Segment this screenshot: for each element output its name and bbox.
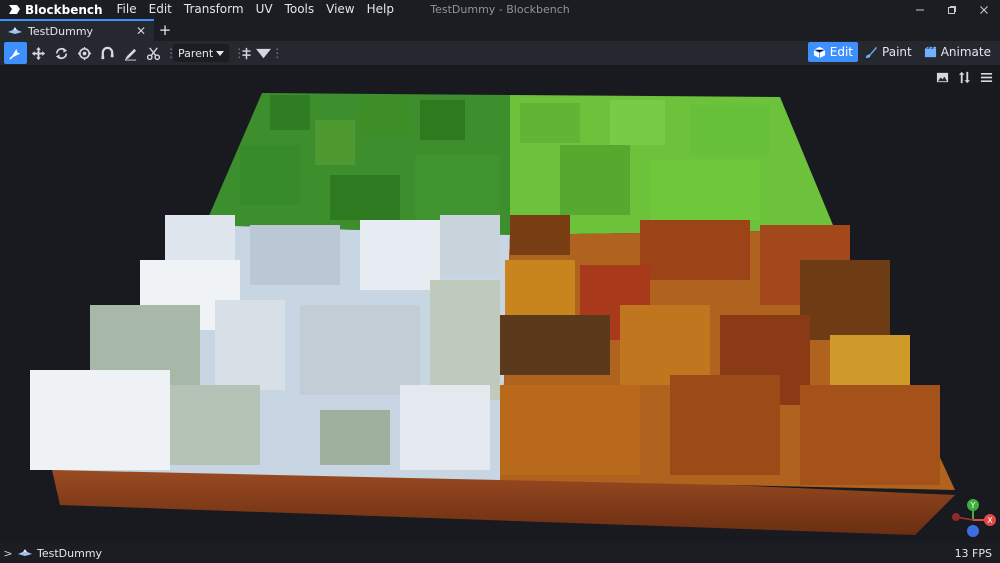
viewport[interactable]: Y X bbox=[0, 65, 1000, 543]
fps-counter: 13 FPS bbox=[954, 546, 992, 560]
minimize-icon bbox=[916, 9, 924, 10]
cube-icon bbox=[813, 46, 826, 58]
screenshot-button[interactable] bbox=[934, 69, 950, 85]
app-logo: Blockbench bbox=[0, 0, 111, 19]
app-name: Blockbench bbox=[25, 2, 103, 17]
new-tab-button[interactable]: + bbox=[154, 19, 176, 41]
mode-edit-label: Edit bbox=[829, 45, 854, 59]
chevron-down-icon bbox=[216, 50, 225, 56]
status-model-name[interactable]: TestDummy bbox=[37, 547, 102, 560]
translate-tool-button[interactable] bbox=[27, 42, 50, 64]
model-icon bbox=[8, 27, 22, 34]
paintbrush-icon bbox=[865, 46, 878, 58]
gizmo-y-label: Y bbox=[970, 501, 976, 510]
minimize-button[interactable] bbox=[904, 0, 936, 19]
knife-tool-button[interactable] bbox=[142, 42, 165, 64]
chevron-right-icon[interactable]: > bbox=[0, 547, 16, 560]
chevron-down-icon bbox=[255, 48, 271, 58]
rotate-tool-button[interactable] bbox=[50, 42, 73, 64]
pivot-mode-value: Parent bbox=[178, 46, 214, 60]
tab-testdummy[interactable]: TestDummy ✕ bbox=[0, 19, 154, 41]
window-controls bbox=[904, 0, 1000, 19]
move-tool-button[interactable] bbox=[4, 42, 27, 64]
film-icon bbox=[924, 46, 936, 57]
menu-view[interactable]: View bbox=[320, 0, 360, 19]
mode-edit[interactable]: Edit bbox=[807, 42, 859, 62]
menu-bar: File Edit Transform UV Tools View Help bbox=[111, 0, 400, 19]
toolbar-separator: ⋮ bbox=[271, 46, 284, 60]
perspective-button[interactable] bbox=[956, 69, 972, 85]
close-window-button[interactable] bbox=[968, 0, 1000, 19]
tab-close-icon[interactable]: ✕ bbox=[136, 24, 146, 38]
move-tool-icon bbox=[9, 48, 21, 60]
brush-tool-button[interactable] bbox=[119, 42, 142, 64]
menu-edit[interactable]: Edit bbox=[143, 0, 178, 19]
vertex-snap-tool-button[interactable] bbox=[96, 42, 119, 64]
plus-icon: + bbox=[158, 21, 172, 39]
brush-icon bbox=[124, 48, 137, 61]
scissors-icon bbox=[146, 46, 161, 60]
pivot-tool-button[interactable] bbox=[73, 42, 96, 64]
blockbench-logo-icon bbox=[9, 5, 20, 14]
transform-space-button[interactable] bbox=[239, 42, 271, 64]
mode-animate-label: Animate bbox=[940, 45, 991, 59]
tab-bar: TestDummy ✕ + bbox=[0, 19, 1000, 41]
menu-uv[interactable]: UV bbox=[250, 0, 279, 19]
pivot-icon bbox=[77, 46, 92, 60]
restore-icon bbox=[948, 5, 956, 14]
close-icon bbox=[980, 5, 988, 14]
scene-canvas[interactable]: Y X bbox=[0, 65, 1000, 543]
hamburger-menu-icon bbox=[980, 72, 992, 82]
toolbar: ⋮ Parent ⋮ ⋮ Edit Paint Animate bbox=[0, 41, 1000, 65]
gizmo-z-axis[interactable] bbox=[967, 525, 979, 537]
image-icon bbox=[936, 72, 948, 82]
menu-help[interactable]: Help bbox=[361, 0, 400, 19]
axis-gizmo[interactable]: Y X bbox=[952, 499, 996, 537]
mode-switcher: Edit Paint Animate bbox=[807, 42, 996, 62]
translate-icon bbox=[31, 46, 46, 60]
mode-paint[interactable]: Paint bbox=[860, 42, 917, 62]
rotate-icon bbox=[55, 47, 68, 59]
viewport-tools bbox=[934, 69, 994, 85]
menu-transform[interactable]: Transform bbox=[178, 0, 250, 19]
vertex-snap-icon bbox=[101, 46, 114, 59]
menu-file[interactable]: File bbox=[111, 0, 143, 19]
maximize-button[interactable] bbox=[936, 0, 968, 19]
toolbar-separator: ⋮ bbox=[165, 46, 177, 60]
gizmo-x-label: X bbox=[987, 516, 993, 525]
title-bar: Blockbench File Edit Transform UV Tools … bbox=[0, 0, 1000, 19]
pivot-mode-select[interactable]: Parent bbox=[173, 44, 230, 62]
transform-space-icon bbox=[242, 47, 251, 59]
tab-label: TestDummy bbox=[28, 24, 94, 38]
viewport-menu-button[interactable] bbox=[978, 69, 994, 85]
menu-tools[interactable]: Tools bbox=[279, 0, 321, 19]
gizmo-neg-x-axis[interactable] bbox=[952, 513, 960, 521]
mode-paint-label: Paint bbox=[882, 45, 912, 59]
mode-animate[interactable]: Animate bbox=[919, 42, 996, 62]
model-icon bbox=[18, 549, 32, 556]
status-bar: > TestDummy 13 FPS bbox=[0, 543, 1000, 563]
arrows-vertical-icon bbox=[958, 71, 970, 83]
